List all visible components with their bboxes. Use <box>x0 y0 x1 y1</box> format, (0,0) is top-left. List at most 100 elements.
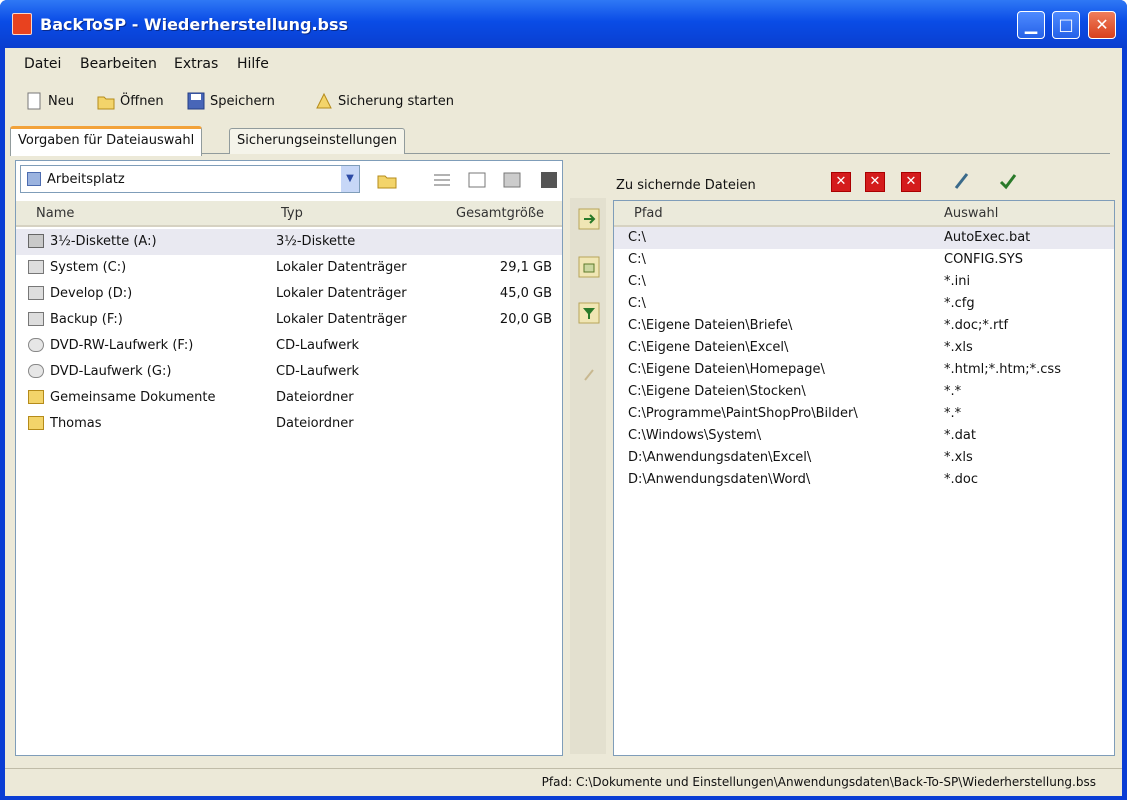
close-button[interactable]: ✕ <box>1088 11 1116 39</box>
item-path: C:\Eigene Dateien\Stocken\ <box>628 384 806 399</box>
new-button[interactable]: Neu <box>25 88 74 114</box>
column-path[interactable]: Pfad <box>634 206 663 221</box>
dvd-drive-icon <box>28 364 44 378</box>
list-item[interactable]: C:\ CONFIG.SYS <box>614 249 1114 271</box>
list-item[interactable]: DVD-RW-Laufwerk (F:) CD-Laufwerk <box>16 333 562 359</box>
menu-bearbeiten[interactable]: Bearbeiten <box>75 54 162 74</box>
list-item[interactable]: C:\Eigene Dateien\Stocken\ *.* <box>614 381 1114 403</box>
transfer-toolbar <box>570 198 606 754</box>
item-name: Backup (F:) <box>50 312 123 327</box>
open-button[interactable]: Öffnen <box>97 88 164 114</box>
column-selection[interactable]: Auswahl <box>944 206 998 221</box>
item-type: CD-Laufwerk <box>276 338 360 353</box>
item-path: C:\ <box>628 252 646 267</box>
save-button[interactable]: Speichern <box>187 88 275 114</box>
filter-icon[interactable] <box>578 302 600 324</box>
start-backup-button[interactable]: Sicherung starten <box>315 88 454 114</box>
tab-strip: Vorgaben für Dateiauswahl Sicherungseins… <box>10 126 1110 156</box>
item-selection: *.html;*.htm;*.css <box>944 362 1061 377</box>
properties-icon[interactable] <box>538 169 560 191</box>
item-selection: *.dat <box>944 428 976 443</box>
menu-extras[interactable]: Extras <box>169 54 223 74</box>
tab-dateiauswahl[interactable]: Vorgaben für Dateiauswahl <box>10 126 203 156</box>
item-size: 45,0 GB <box>499 286 552 301</box>
new-file-icon <box>25 92 43 110</box>
list-item[interactable]: System (C:) Lokaler Datenträger 29,1 GB <box>16 255 562 281</box>
list-item[interactable]: C:\Windows\System\ *.dat <box>614 425 1114 447</box>
source-browser-pane: Arbeitsplatz ▼ Name Typ Gesamtgröße 3½-D… <box>15 160 563 756</box>
location-dropdown[interactable]: Arbeitsplatz ▼ <box>20 165 360 193</box>
start-backup-label: Sicherung starten <box>338 93 454 109</box>
edit-icon[interactable] <box>951 170 973 192</box>
list-item[interactable]: Develop (D:) Lokaler Datenträger 45,0 GB <box>16 281 562 307</box>
folder-up-icon[interactable] <box>376 169 398 191</box>
list-item[interactable]: Backup (F:) Lokaler Datenträger 20,0 GB <box>16 307 562 333</box>
app-icon <box>12 13 32 35</box>
window-title: BackToSP - Wiederherstellung.bss <box>40 15 349 34</box>
minimize-button[interactable]: ▁ <box>1017 11 1045 39</box>
hard-drive-icon <box>28 260 44 274</box>
item-selection: CONFIG.SYS <box>944 252 1023 267</box>
list-item[interactable]: DVD-Laufwerk (G:) CD-Laufwerk <box>16 359 562 385</box>
item-path: D:\Anwendungsdaten\Excel\ <box>628 450 812 465</box>
toolbar: Neu Öffnen Speichern Sicherung starten <box>5 84 1122 118</box>
delete-all-icon[interactable]: ✕ <box>901 172 921 192</box>
status-bar: Pfad: C:\Dokumente und Einstellungen\Anw… <box>5 768 1122 796</box>
item-name: DVD-RW-Laufwerk (F:) <box>50 338 194 353</box>
tab-sicherungseinstellungen[interactable]: Sicherungseinstellungen <box>229 128 406 154</box>
list-item[interactable]: C:\Programme\PaintShopPro\Bilder\ *.* <box>614 403 1114 425</box>
delete-entry-icon[interactable]: ✕ <box>831 172 851 192</box>
list-item[interactable]: 3½-Diskette (A:) 3½-Diskette <box>16 229 562 255</box>
title-bar[interactable]: BackToSP - Wiederherstellung.bss ▁ □ ✕ <box>0 0 1127 48</box>
view-icons-icon[interactable] <box>501 169 523 191</box>
delete-folder-icon[interactable]: ✕ <box>865 172 885 192</box>
list-item[interactable]: C:\ AutoExec.bat <box>614 227 1114 249</box>
list-item[interactable]: D:\Anwendungsdaten\Word\ *.doc <box>614 469 1114 491</box>
menu-hilfe[interactable]: Hilfe <box>232 54 274 74</box>
list-item[interactable]: Thomas Dateiordner <box>16 411 562 437</box>
add-folder-icon[interactable] <box>578 256 600 278</box>
list-item[interactable]: C:\Eigene Dateien\Homepage\ *.html;*.htm;… <box>614 359 1114 381</box>
save-disk-icon <box>187 92 205 110</box>
item-path: C:\Eigene Dateien\Briefe\ <box>628 318 793 333</box>
folder-icon <box>28 390 44 404</box>
chevron-down-icon[interactable]: ▼ <box>341 166 359 192</box>
checkmark-icon[interactable] <box>997 170 1019 192</box>
save-label: Speichern <box>210 93 275 109</box>
open-folder-icon <box>97 92 115 110</box>
item-selection: *.xls <box>944 340 973 355</box>
list-item[interactable]: Gemeinsame Dokumente Dateiordner <box>16 385 562 411</box>
start-backup-icon <box>315 92 333 110</box>
item-path: C:\Eigene Dateien\Excel\ <box>628 340 789 355</box>
item-path: D:\Anwendungsdaten\Word\ <box>628 472 811 487</box>
column-name[interactable]: Name <box>36 206 74 221</box>
item-path: C:\ <box>628 296 646 311</box>
item-name: DVD-Laufwerk (G:) <box>50 364 172 379</box>
item-selection: *.xls <box>944 450 973 465</box>
hard-drive-icon <box>28 286 44 300</box>
add-arrow-icon[interactable] <box>578 208 600 230</box>
view-details-icon[interactable] <box>431 169 453 191</box>
list-item[interactable]: C:\Eigene Dateien\Briefe\ *.doc;*.rtf <box>614 315 1114 337</box>
list-item[interactable]: C:\Eigene Dateien\Excel\ *.xls <box>614 337 1114 359</box>
list-item[interactable]: C:\ *.ini <box>614 271 1114 293</box>
floppy-icon <box>28 234 44 248</box>
column-size[interactable]: Gesamtgröße <box>456 206 544 221</box>
maximize-button[interactable]: □ <box>1052 11 1080 39</box>
menu-datei[interactable]: Datei <box>19 54 66 74</box>
list-item[interactable]: D:\Anwendungsdaten\Excel\ *.xls <box>614 447 1114 469</box>
list-item[interactable]: C:\ *.cfg <box>614 293 1114 315</box>
remove-icon[interactable] <box>578 364 600 386</box>
item-selection: AutoExec.bat <box>944 230 1031 245</box>
item-name: System (C:) <box>50 260 127 275</box>
item-path: C:\Eigene Dateien\Homepage\ <box>628 362 825 377</box>
item-path: C:\ <box>628 274 646 289</box>
column-type[interactable]: Typ <box>281 206 303 221</box>
application-window: BackToSP - Wiederherstellung.bss ▁ □ ✕ D… <box>0 0 1127 800</box>
status-path: Pfad: C:\Dokumente und Einstellungen\Anw… <box>541 775 1096 789</box>
computer-icon <box>27 172 41 186</box>
view-list-icon[interactable] <box>466 169 488 191</box>
item-type: CD-Laufwerk <box>276 364 360 379</box>
item-type: Lokaler Datenträger <box>276 260 407 275</box>
item-type: Lokaler Datenträger <box>276 286 407 301</box>
